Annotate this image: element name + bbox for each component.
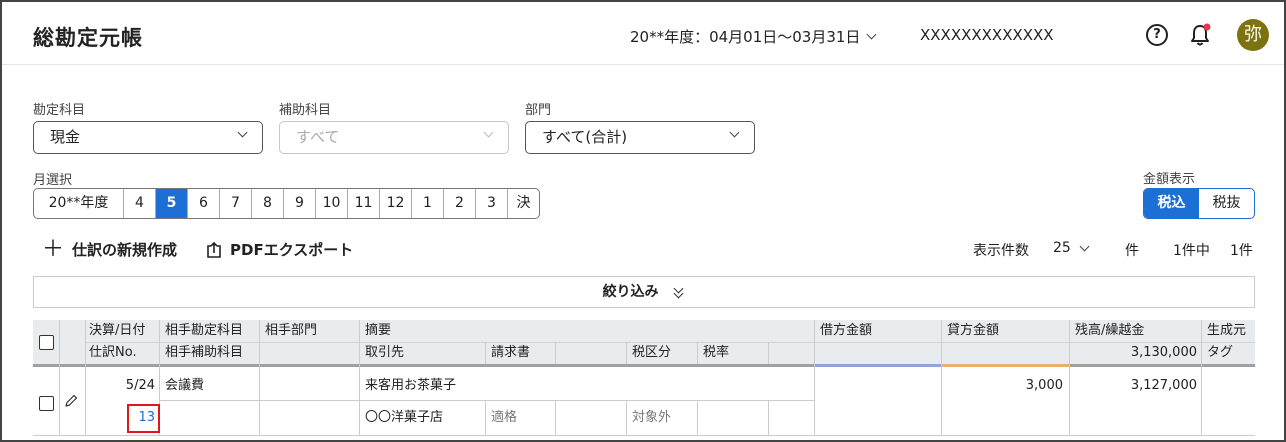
col-invoice-header[interactable]: 請求書: [487, 343, 534, 363]
col-description-header[interactable]: 摘要: [361, 321, 395, 341]
notification-dot: [1203, 23, 1211, 31]
month-tab-7[interactable]: 7: [219, 189, 251, 218]
chevron-down-icon: [483, 127, 494, 138]
per-page-unit: 件: [1125, 243, 1139, 259]
row-credit: 3,000: [1025, 378, 1063, 393]
month-tab-11[interactable]: 11: [347, 189, 379, 218]
account-label: 勘定科目: [33, 103, 86, 118]
amount-display-toggle: 税込 税抜: [1143, 188, 1255, 219]
col-counter-account-header[interactable]: 相手勘定科目: [161, 321, 247, 341]
col-counter-sub-header[interactable]: 相手補助科目: [161, 343, 247, 363]
filter-toggle-label: 絞り込み: [602, 284, 659, 300]
chevron-down-icon: [1079, 241, 1090, 251]
fiscal-period-text: 20**年度：04月01日〜03月31日: [630, 28, 861, 46]
new-entry-button[interactable]: ＋ 仕訳の新規作成: [42, 236, 178, 262]
app-header: 総勘定元帳 20**年度：04月01日〜03月31日 XXXXXXXXXXXXX…: [2, 2, 1284, 65]
month-selector: 20**年度 4 5 6 7 8 9 10 11 12 1 2 3 決: [33, 188, 540, 219]
sub-account-placeholder: すべて: [296, 128, 340, 146]
col-tax-category-header[interactable]: 税区分: [628, 343, 675, 363]
fiscal-period-selector[interactable]: 20**年度：04月01日〜03月31日: [630, 26, 877, 47]
row-partner: 〇〇洋菓子店: [365, 410, 444, 425]
row-description: 来客用お茶菓子: [365, 378, 457, 393]
tax-excluded-button[interactable]: 税抜: [1199, 189, 1254, 218]
plus-icon: ＋: [42, 236, 65, 262]
sub-account-label: 補助科目: [279, 103, 332, 118]
ledger-table: 決算/日付 相手勘定科目 相手部門 摘要 借方金額 貸方金額 残高/繰越金 生成…: [33, 320, 1255, 436]
col-tax-rate-header[interactable]: 税率: [699, 343, 733, 363]
col-tag-header[interactable]: タグ: [1203, 343, 1237, 363]
sub-account-select[interactable]: すべて: [279, 121, 509, 154]
col-entry-no-header[interactable]: 仕訳No.: [85, 343, 141, 363]
chevron-down-icon: [729, 127, 740, 138]
row-counter-account: 会議費: [165, 378, 205, 393]
new-entry-label: 仕訳の新規作成: [72, 241, 178, 259]
col-partner-header[interactable]: 取引先: [361, 343, 408, 363]
page-title: 総勘定元帳: [33, 26, 143, 50]
month-tab-12[interactable]: 12: [379, 189, 411, 218]
double-chevron-down-icon: [673, 283, 685, 299]
company-name[interactable]: XXXXXXXXXXXXX: [920, 26, 1054, 44]
avatar[interactable]: 弥: [1237, 19, 1269, 51]
pdf-export-button[interactable]: PDFエクスポート: [206, 239, 353, 260]
header-underline: [33, 364, 814, 367]
credit-bar: [941, 364, 1069, 367]
help-icon[interactable]: ?: [1146, 24, 1168, 46]
per-page-value: 25: [1053, 240, 1071, 256]
department-label: 部門: [525, 103, 552, 118]
per-page-label: 表示件数: [973, 243, 1029, 259]
month-tab-5[interactable]: 5: [155, 189, 187, 218]
paging-summary: 1件中: [1173, 243, 1210, 259]
carryover-balance: 3,130,000: [1130, 345, 1197, 360]
highlight-box: [127, 404, 160, 433]
paging-count: 1件: [1230, 243, 1253, 259]
tax-included-button[interactable]: 税込: [1144, 189, 1199, 218]
chevron-down-icon: [237, 127, 248, 138]
pdf-export-label: PDFエクスポート: [230, 241, 354, 259]
col-date-header[interactable]: 決算/日付: [85, 321, 149, 341]
row-checkbox[interactable]: [39, 396, 54, 411]
month-tab-2[interactable]: 2: [443, 189, 475, 218]
department-select[interactable]: すべて(合計): [525, 121, 755, 154]
debit-bar: [814, 364, 941, 367]
month-tab-6[interactable]: 6: [187, 189, 219, 218]
month-tab-year[interactable]: 20**年度: [34, 189, 123, 218]
col-debit-header[interactable]: 借方金額: [816, 321, 876, 341]
pencil-icon[interactable]: [64, 394, 78, 408]
row-date: 5/24: [125, 378, 155, 393]
chevron-down-icon: [866, 29, 877, 40]
amount-display-label: 金額表示: [1143, 172, 1196, 187]
col-balance-header[interactable]: 残高/繰越金: [1071, 321, 1148, 341]
col-counter-dept-header[interactable]: 相手部門: [261, 321, 321, 341]
bell-icon[interactable]: [1188, 22, 1212, 48]
month-tab-4[interactable]: 4: [123, 189, 155, 218]
filter-toggle-bar[interactable]: 絞り込み: [33, 276, 1255, 308]
row-tax-category: 対象外: [632, 410, 672, 425]
balance-bar: [1069, 364, 1255, 367]
month-tab-3[interactable]: 3: [475, 189, 507, 218]
month-tab-9[interactable]: 9: [283, 189, 315, 218]
col-credit-header[interactable]: 貸方金額: [943, 321, 1003, 341]
account-select-value: 現金: [50, 128, 81, 146]
row-invoice: 適格: [491, 410, 518, 425]
month-tab-8[interactable]: 8: [251, 189, 283, 218]
month-tab-closing[interactable]: 決: [507, 189, 539, 218]
export-icon: [207, 241, 221, 258]
col-source-header[interactable]: 生成元: [1203, 321, 1250, 341]
row-balance: 3,127,000: [1130, 378, 1197, 393]
select-all-checkbox[interactable]: [39, 335, 54, 350]
month-tab-1[interactable]: 1: [411, 189, 443, 218]
month-tab-10[interactable]: 10: [315, 189, 347, 218]
account-select[interactable]: 現金: [33, 121, 263, 154]
per-page-select[interactable]: 25: [1053, 240, 1090, 256]
month-select-label: 月選択: [33, 173, 73, 188]
department-select-value: すべて(合計): [542, 128, 628, 146]
